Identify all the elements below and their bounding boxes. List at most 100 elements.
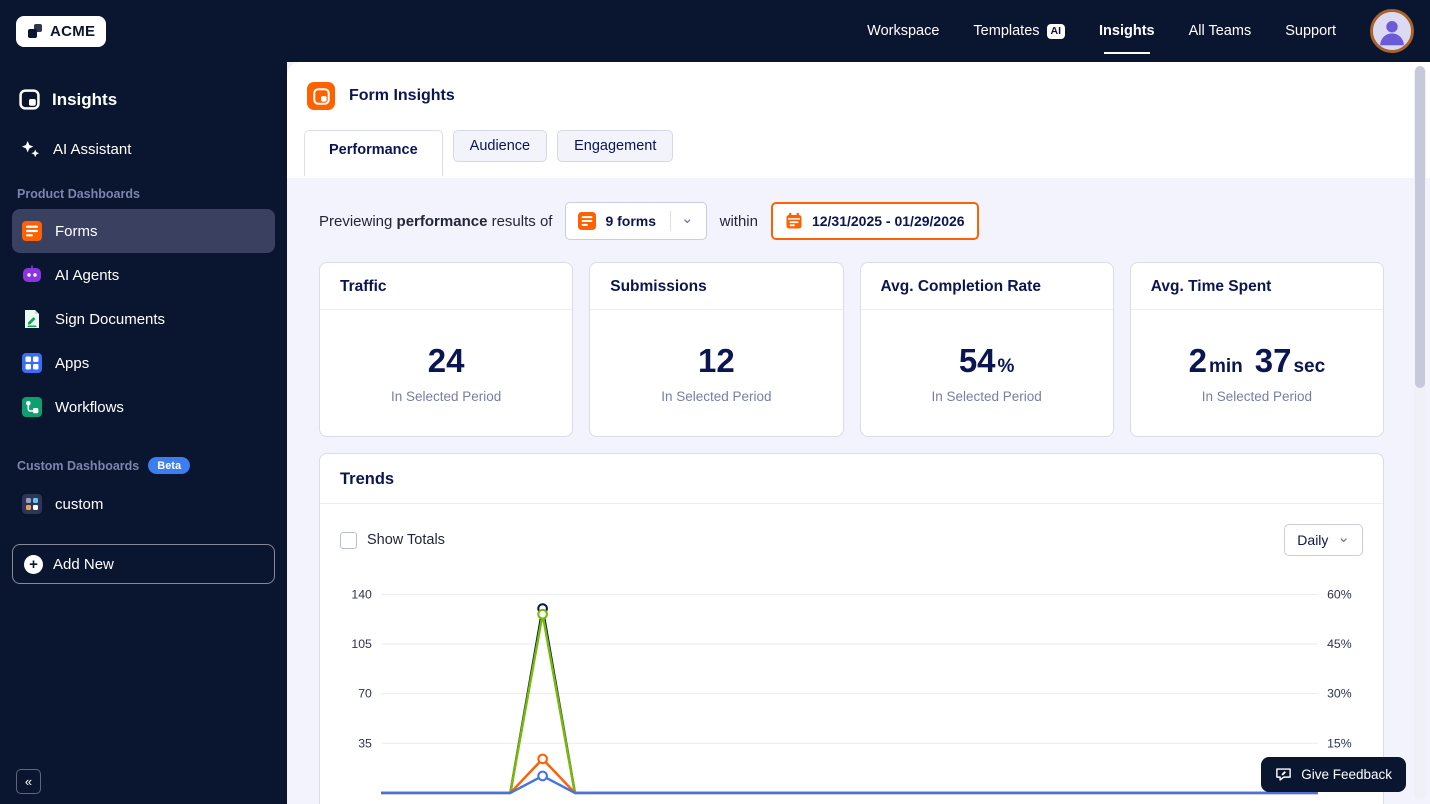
section-product-dashboards: Product Dashboards: [17, 187, 287, 201]
stat-title: Avg. Completion Rate: [861, 263, 1113, 310]
feedback-label: Give Feedback: [1301, 767, 1392, 782]
tab-performance[interactable]: Performance: [304, 130, 443, 176]
within-label: within: [720, 213, 758, 230]
stat-value: 54: [959, 342, 996, 380]
add-new-label: Add New: [53, 556, 114, 573]
sidebar-item-custom[interactable]: custom: [12, 482, 275, 526]
stat-body: 24 In Selected Period: [320, 310, 572, 436]
forms-selector-label: 9 forms: [605, 213, 656, 229]
nav-all-teams[interactable]: All Teams: [1189, 23, 1252, 39]
sidebar-collapse-button[interactable]: «: [16, 769, 41, 794]
content-area: Previewing performance results of 9 form…: [287, 178, 1430, 804]
stat-caption: In Selected Period: [931, 389, 1041, 404]
show-totals-checkbox[interactable]: [340, 532, 357, 549]
stat-unit-seconds: sec: [1293, 356, 1325, 378]
preview-suffix: results of: [492, 213, 553, 230]
trends-title: Trends: [320, 454, 1383, 504]
sidebar-title: Insights: [0, 62, 287, 110]
nav-support[interactable]: Support: [1285, 23, 1336, 39]
person-icon: [1373, 12, 1411, 50]
stat-unit-minutes: min: [1209, 356, 1243, 378]
ai-badge: AI: [1047, 24, 1066, 39]
stat-caption: In Selected Period: [391, 389, 501, 404]
date-range-label: 12/31/2025 - 01/29/2026: [812, 213, 965, 229]
stat-card-submissions: Submissions 12 In Selected Period: [589, 262, 843, 437]
sidebar-item-forms[interactable]: Forms: [12, 209, 275, 253]
forms-icon: [578, 212, 596, 230]
add-new-button[interactable]: + Add New: [12, 544, 275, 584]
sidebar-item-sign-documents[interactable]: Sign Documents: [12, 297, 275, 341]
nav-insights[interactable]: Insights: [1099, 23, 1155, 39]
workflows-icon: [22, 397, 42, 417]
tab-engagement[interactable]: Engagement: [557, 130, 673, 162]
svg-text:105: 105: [351, 637, 372, 651]
sparkles-icon: [21, 140, 40, 159]
avatar[interactable]: [1370, 9, 1414, 53]
trends-card: Trends Show Totals Daily ⌄ 14060%10545%7…: [319, 453, 1384, 804]
sidebar-item-apps[interactable]: Apps: [12, 341, 275, 385]
stat-card-time-spent: Avg. Time Spent 2 min 37 sec In Selected…: [1130, 262, 1384, 437]
stat-body: 2 min 37 sec In Selected Period: [1131, 310, 1383, 436]
give-feedback-button[interactable]: Give Feedback: [1261, 757, 1406, 792]
forms-selector-button[interactable]: 9 forms ⌄: [565, 202, 706, 240]
sidebar-item-ai-agents[interactable]: AI Agents: [12, 253, 275, 297]
section-custom-dashboards: Custom Dashboards Beta: [17, 457, 287, 474]
svg-text:30%: 30%: [1327, 687, 1352, 701]
stat-body: 54 % In Selected Period: [861, 310, 1113, 436]
preview-label: Previewing performance results of: [319, 213, 552, 230]
date-range-button[interactable]: 12/31/2025 - 01/29/2026: [771, 202, 979, 240]
form-insights-header: Form Insights: [307, 82, 1430, 110]
trends-chart-area: 14060%10545%7030%3515%: [320, 564, 1383, 804]
app-layout: Insights AI Assistant Product Dashboards…: [0, 62, 1430, 804]
calendar-icon: [785, 212, 803, 230]
main-content: Form Insights Performance Audience Engag…: [287, 62, 1430, 804]
stat-cards-row: Traffic 24 In Selected Period Submission…: [319, 262, 1384, 437]
preview-bold: performance: [397, 213, 488, 230]
chevron-down-icon: ⌄: [1337, 530, 1350, 545]
trends-chart: 14060%10545%7030%3515%: [334, 580, 1375, 804]
acme-logo[interactable]: ACME: [16, 16, 106, 47]
form-insights-icon: [307, 82, 335, 110]
nav-templates[interactable]: Templates AI: [973, 23, 1065, 39]
stat-body: 12 In Selected Period: [590, 310, 842, 436]
stat-title: Submissions: [590, 263, 842, 310]
scrollbar-thumb[interactable]: [1415, 66, 1425, 388]
tab-audience[interactable]: Audience: [453, 130, 547, 162]
svg-text:45%: 45%: [1327, 637, 1352, 651]
preview-prefix: Previewing: [319, 213, 392, 230]
nav-workspace[interactable]: Workspace: [867, 23, 939, 39]
granularity-value: Daily: [1297, 532, 1328, 548]
beta-badge: Beta: [148, 457, 190, 474]
granularity-select[interactable]: Daily ⌄: [1284, 524, 1363, 556]
sidebar-item-ai-assistant[interactable]: AI Assistant: [21, 140, 287, 159]
stat-caption: In Selected Period: [1202, 389, 1312, 404]
page-title: Form Insights: [349, 87, 455, 105]
product-dashboards-label: Product Dashboards: [17, 187, 140, 201]
stat-value: 12: [698, 342, 735, 380]
forms-label: Forms: [55, 223, 98, 240]
chevron-down-icon: ⌄: [681, 211, 694, 226]
svg-text:70: 70: [358, 687, 372, 701]
sidebar-item-workflows[interactable]: Workflows: [12, 385, 275, 429]
sign-documents-icon: [22, 309, 42, 329]
ai-agents-icon: [22, 265, 42, 285]
show-totals-label: Show Totals: [367, 532, 445, 548]
svg-text:35: 35: [358, 736, 372, 750]
apps-label: Apps: [55, 355, 89, 372]
stat-value: 24: [428, 342, 465, 380]
workflows-label: Workflows: [55, 399, 124, 416]
svg-text:140: 140: [351, 587, 372, 601]
show-totals-toggle[interactable]: Show Totals: [340, 532, 445, 549]
feedback-icon: [1275, 766, 1292, 783]
custom-dashboards-label: Custom Dashboards: [17, 459, 139, 473]
tab-bar: Performance Audience Engagement: [304, 130, 1430, 176]
stat-value-minutes: 2: [1189, 342, 1207, 380]
apps-icon: [22, 353, 42, 373]
acme-logo-text: ACME: [50, 23, 95, 40]
plus-icon: +: [24, 555, 43, 574]
sidebar-title-label: Insights: [52, 90, 117, 110]
custom-dashboard-label: custom: [55, 496, 103, 513]
trends-controls: Show Totals Daily ⌄: [320, 504, 1383, 564]
button-divider: [670, 211, 671, 231]
ai-assistant-label: AI Assistant: [53, 141, 131, 158]
